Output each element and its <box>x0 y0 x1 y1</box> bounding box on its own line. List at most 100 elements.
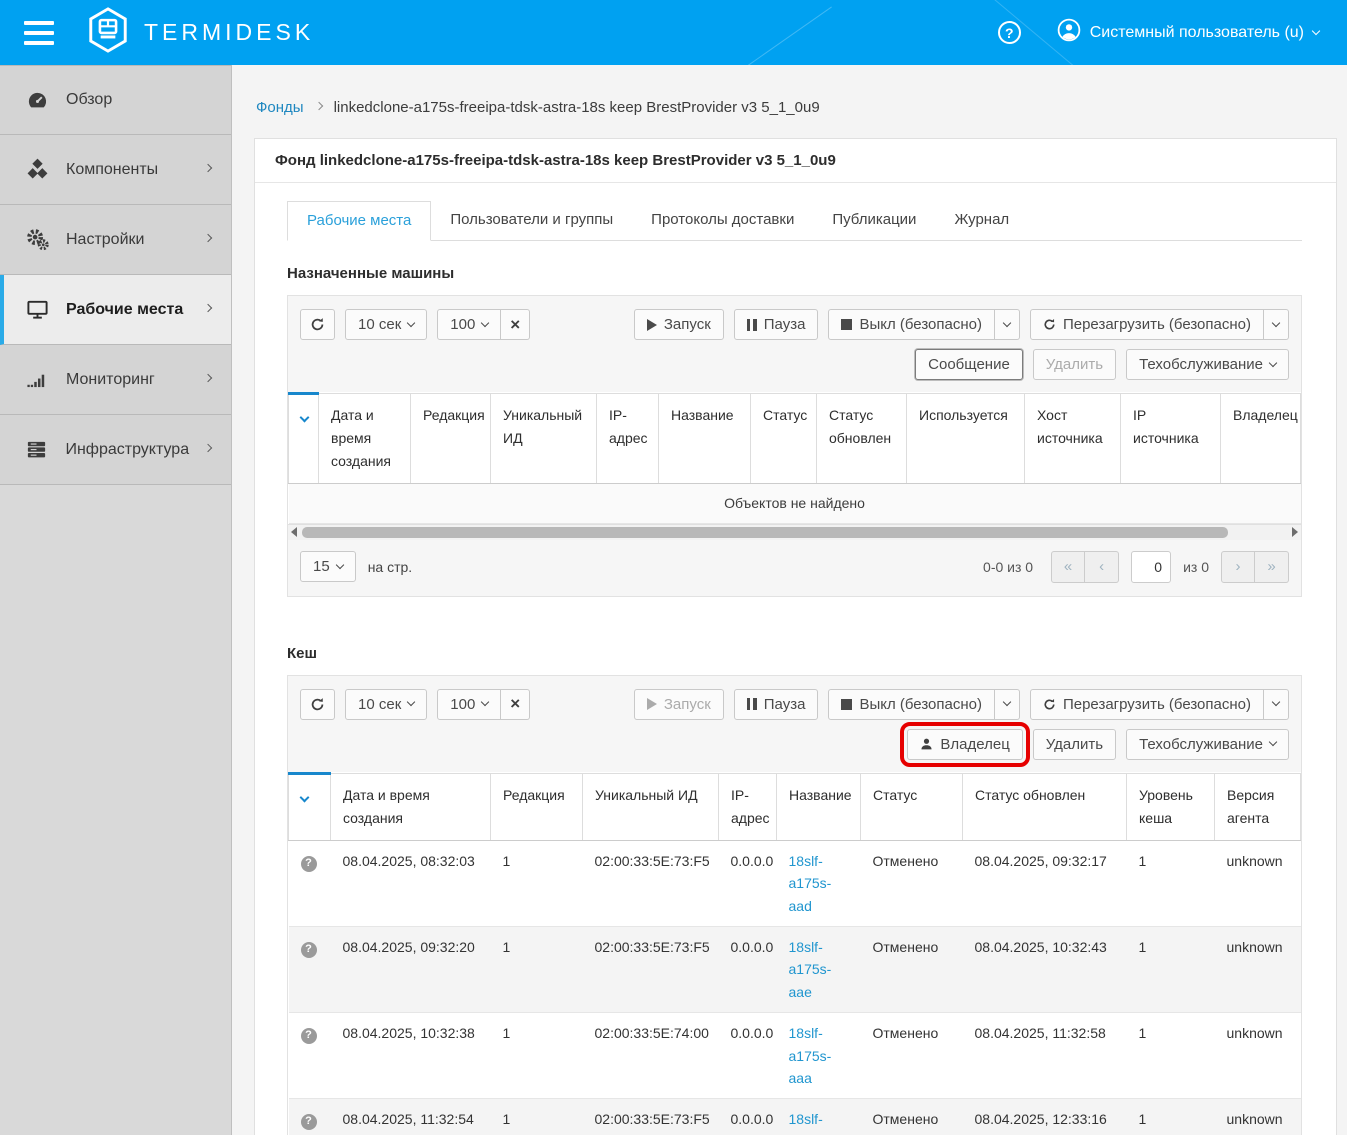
assigned-pagination: 15 на стр. 0-0 из 0 « ‹ из 0 <box>288 540 1301 596</box>
poweroff-button[interactable]: Выкл (безопасно) <box>828 689 995 720</box>
tab-публикации[interactable]: Публикации <box>813 201 935 241</box>
sort-column-header[interactable] <box>289 773 331 840</box>
column-header[interactable]: Уровень кеша <box>1127 773 1215 840</box>
sidebar-item-инфраструктура[interactable]: Инфраструктура <box>0 415 231 485</box>
machine-name-link[interactable]: 18slf-a175s-aaa <box>789 1025 832 1086</box>
close-icon: × <box>510 318 520 332</box>
clear-filter-button[interactable]: × <box>501 309 530 340</box>
pause-icon <box>747 698 757 710</box>
column-header[interactable]: Дата и время создания <box>319 394 411 484</box>
table-row[interactable]: ?08.04.2025, 10:32:38102:00:33:5E:74:000… <box>289 1013 1301 1099</box>
per-page-select[interactable]: 15 <box>300 551 356 582</box>
sidebar-item-мониторинг[interactable]: Мониторинг <box>0 345 231 415</box>
cache-grid: 10 сек 100 × Запуск <box>287 675 1302 1135</box>
column-header[interactable]: Владелец <box>1221 394 1301 484</box>
poweroff-dropdown-button[interactable] <box>995 689 1020 720</box>
chevron-down-icon <box>1312 26 1320 34</box>
table-cell: Отменено <box>861 840 963 926</box>
column-header[interactable]: Статус <box>751 394 817 484</box>
message-button[interactable]: Сообщение <box>915 349 1023 380</box>
unknown-state-icon: ? <box>301 942 317 958</box>
user-menu[interactable]: Системный пользователь (u) <box>1057 18 1319 47</box>
pagination-page-input[interactable] <box>1131 551 1171 583</box>
breadcrumb-link-funds[interactable]: Фонды <box>256 99 304 116</box>
sidebar-item-настройки[interactable]: Настройки <box>0 205 231 275</box>
reboot-dropdown-button[interactable] <box>1264 689 1289 720</box>
column-header[interactable]: Дата и время создания <box>331 773 491 840</box>
chevron-right-icon <box>204 443 212 451</box>
reboot-dropdown-button[interactable] <box>1264 309 1289 340</box>
table-row[interactable]: ?08.04.2025, 11:32:54102:00:33:5E:73:F50… <box>289 1099 1301 1135</box>
sort-column-header[interactable] <box>289 394 319 484</box>
scroll-right-icon[interactable] <box>1292 527 1298 537</box>
play-icon <box>647 698 657 710</box>
pause-button[interactable]: Пауза <box>734 689 819 720</box>
column-header[interactable]: Версия агента <box>1215 773 1301 840</box>
start-button[interactable]: Запуск <box>634 309 724 340</box>
column-header[interactable]: Хост источника <box>1025 394 1121 484</box>
scrollbar-thumb[interactable] <box>302 527 1228 538</box>
fund-card: Фонд linkedclone-a175s-freeipa-tdsk-astr… <box>254 138 1337 1135</box>
tab-протоколы-доставки[interactable]: Протоколы доставки <box>632 201 813 241</box>
poweroff-button[interactable]: Выкл (безопасно) <box>828 309 995 340</box>
column-header[interactable]: Редакция <box>491 773 583 840</box>
pause-button[interactable]: Пауза <box>734 309 819 340</box>
column-header[interactable]: Уникальный ИД <box>491 394 597 484</box>
column-header[interactable]: Статус обновлен <box>963 773 1127 840</box>
page-size-select[interactable]: 100 <box>437 309 501 340</box>
pagination-next-button[interactable]: › <box>1221 551 1255 583</box>
help-icon[interactable]: ? <box>998 21 1021 44</box>
column-header[interactable]: Статус <box>861 773 963 840</box>
sidebar-item-компоненты[interactable]: Компоненты <box>0 135 231 205</box>
refresh-interval-select[interactable]: 10 сек <box>345 689 427 720</box>
pagination-prev-button[interactable]: ‹ <box>1085 551 1119 583</box>
delete-button[interactable]: Удалить <box>1033 349 1116 380</box>
reboot-button[interactable]: Перезагрузить (безопасно) <box>1030 689 1264 720</box>
sidebar-item-обзор[interactable]: Обзор <box>0 65 231 135</box>
maintenance-button[interactable]: Техобслуживание <box>1126 349 1289 380</box>
table-row[interactable]: ?08.04.2025, 08:32:03102:00:33:5E:73:F50… <box>289 840 1301 926</box>
column-header[interactable]: IP-адрес <box>597 394 659 484</box>
column-header[interactable]: IP-адрес <box>719 773 777 840</box>
table-cell: ? <box>289 927 331 1013</box>
chevron-right-icon <box>204 373 212 381</box>
tab-рабочие-места[interactable]: Рабочие места <box>287 201 431 241</box>
unknown-state-icon: ? <box>301 1028 317 1044</box>
page-size-select[interactable]: 100 <box>437 689 501 720</box>
machine-name-link[interactable]: 18slf-a175s-aad <box>789 853 832 914</box>
tab-журнал[interactable]: Журнал <box>935 201 1028 241</box>
table-row[interactable]: ?08.04.2025, 09:32:20102:00:33:5E:73:F50… <box>289 927 1301 1013</box>
pagination-first-button[interactable]: « <box>1051 551 1085 583</box>
scroll-left-icon[interactable] <box>291 527 297 537</box>
maintenance-button[interactable]: Техобслуживание <box>1126 729 1289 760</box>
column-header[interactable]: Редакция <box>411 394 491 484</box>
table-cell: ? <box>289 1099 331 1135</box>
machine-name-link[interactable]: 18slf-a175s-aae <box>789 939 832 1000</box>
column-header[interactable]: Название <box>777 773 861 840</box>
pagination-last-button[interactable]: » <box>1255 551 1289 583</box>
sidebar-item-рабочие-места[interactable]: Рабочие места <box>0 275 231 345</box>
sort-chevron-icon <box>300 792 310 802</box>
cache-toolbar: 10 сек 100 × Запуск <box>288 676 1301 772</box>
infrastructure-icon <box>24 438 49 461</box>
owner-button[interactable]: Владелец <box>907 729 1022 760</box>
poweroff-dropdown-button[interactable] <box>995 309 1020 340</box>
column-header[interactable]: IP источника <box>1121 394 1221 484</box>
column-header[interactable]: Используется <box>907 394 1025 484</box>
hamburger-menu-icon[interactable] <box>24 21 54 45</box>
delete-button[interactable]: Удалить <box>1033 729 1116 760</box>
page-title: Фонд linkedclone-a175s-freeipa-tdsk-astr… <box>255 139 1336 183</box>
column-header[interactable]: Статус обновлен <box>817 394 907 484</box>
tab-пользователи-и-группы[interactable]: Пользователи и группы <box>431 201 632 241</box>
refresh-interval-select[interactable]: 10 сек <box>345 309 427 340</box>
refresh-button[interactable] <box>300 689 335 720</box>
play-icon <box>647 319 657 331</box>
reboot-button[interactable]: Перезагрузить (безопасно) <box>1030 309 1264 340</box>
start-button[interactable]: Запуск <box>634 689 724 720</box>
refresh-button[interactable] <box>300 309 335 340</box>
column-header[interactable]: Уникальный ИД <box>583 773 719 840</box>
clear-filter-button[interactable]: × <box>501 689 530 720</box>
chevron-down-icon <box>407 698 415 706</box>
machine-name-link[interactable]: 18slf-a175s-aab <box>789 1111 832 1135</box>
column-header[interactable]: Название <box>659 394 751 484</box>
